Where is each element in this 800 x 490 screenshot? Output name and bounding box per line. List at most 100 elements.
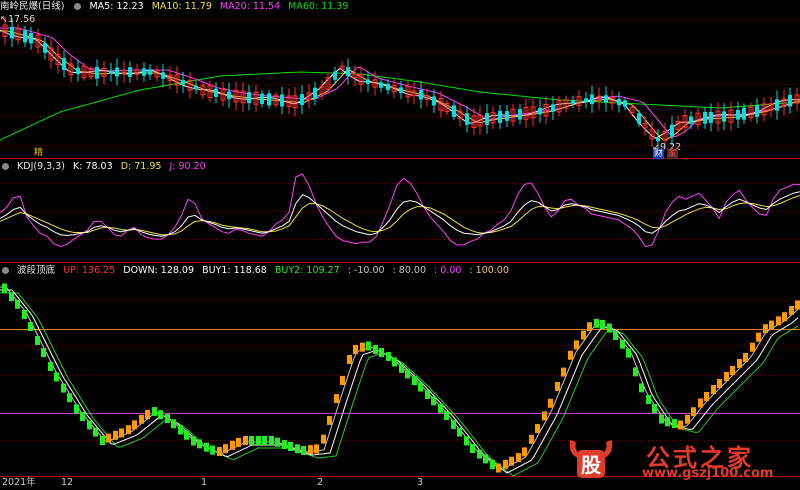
price-header: 南岭民爆(日线) MA5: 12.23 MA10: 11.79 MA20: 11… bbox=[0, 0, 353, 13]
wave-bar-30 bbox=[197, 439, 202, 449]
candle-body-65 bbox=[432, 96, 436, 106]
wave-bar-12 bbox=[80, 412, 85, 421]
wave-extra-2: : 80.00 bbox=[392, 265, 426, 276]
candle-body-63 bbox=[419, 89, 423, 100]
wave-title: 波段顶底 bbox=[17, 265, 56, 276]
wave-bar-94 bbox=[613, 331, 618, 340]
wave-bar-34 bbox=[223, 444, 228, 454]
wave-bar-44 bbox=[288, 442, 293, 451]
wave-bar-63 bbox=[412, 376, 417, 386]
wave-bar-36 bbox=[236, 437, 241, 447]
wave-bar-100 bbox=[652, 404, 657, 413]
candle-body-37 bbox=[247, 92, 251, 104]
wave-buy1-label: BUY1: 118.68 bbox=[202, 265, 267, 276]
wave-bar-61 bbox=[399, 363, 404, 373]
wave-bar-91 bbox=[594, 318, 599, 328]
wave-settings-dot-icon[interactable] bbox=[2, 267, 9, 274]
date-label-year: 2021年 bbox=[2, 477, 36, 488]
wave-bar-43 bbox=[282, 440, 287, 449]
candle-body-21 bbox=[142, 68, 146, 76]
kdj-header: KDJ(9,3,3) K: 78.03 D: 71.95 J: 90.20 bbox=[0, 160, 211, 173]
wave-bar-73 bbox=[477, 449, 482, 459]
settings-dot-icon[interactable] bbox=[74, 3, 82, 10]
wave-bar-60 bbox=[392, 357, 397, 367]
wave-bar-93 bbox=[607, 323, 612, 333]
candle-body-11 bbox=[76, 67, 80, 75]
wave-bar-110 bbox=[717, 379, 722, 388]
wave-bar-95 bbox=[620, 339, 625, 349]
jia-marker: 家 bbox=[667, 149, 679, 159]
wave-bar-52 bbox=[340, 376, 345, 385]
kdj-j-label: J: 90.20 bbox=[169, 161, 206, 172]
wave-bar-13 bbox=[87, 420, 92, 430]
candle-body-68 bbox=[452, 105, 456, 118]
candle-body-89 bbox=[590, 94, 594, 105]
candle-body-4 bbox=[29, 32, 33, 44]
high-price-value: 17.56 bbox=[7, 14, 36, 25]
wave-bar-1 bbox=[9, 292, 14, 302]
wave-bar-59 bbox=[386, 351, 391, 361]
wave-bar-117 bbox=[763, 324, 768, 334]
candle-body-86 bbox=[571, 100, 575, 104]
wave-bar-120 bbox=[782, 312, 787, 322]
candle-body-17 bbox=[115, 67, 119, 77]
wave-bar-70 bbox=[457, 427, 462, 437]
wave-up-label: UP: 136.25 bbox=[63, 265, 116, 276]
wave-bar-42 bbox=[275, 437, 280, 447]
wave-bar-113 bbox=[737, 359, 742, 368]
wave-bar-87 bbox=[568, 350, 573, 360]
wave-bar-118 bbox=[769, 320, 774, 330]
wave-bar-116 bbox=[756, 332, 761, 342]
wave-bar-4 bbox=[28, 322, 33, 331]
candle-body-78 bbox=[518, 109, 522, 120]
wave-bar-35 bbox=[230, 440, 235, 450]
ma20-label: MA20: 11.54 bbox=[219, 1, 281, 12]
wave-bar-5 bbox=[35, 336, 40, 345]
wave-bar-121 bbox=[789, 305, 794, 315]
candle-body-99 bbox=[656, 137, 660, 142]
wave-bar-37 bbox=[243, 436, 248, 445]
wave-bar-90 bbox=[587, 322, 592, 332]
wave-bar-74 bbox=[483, 454, 488, 464]
candle-body-93 bbox=[617, 98, 621, 106]
candle-body-40 bbox=[267, 93, 271, 106]
candle-body-111 bbox=[736, 109, 740, 120]
wave-bar-75 bbox=[490, 460, 495, 469]
candle-body-42 bbox=[280, 94, 284, 107]
candle-body-104 bbox=[689, 116, 693, 124]
candle-body-88 bbox=[584, 98, 588, 102]
wave-bar-58 bbox=[379, 348, 384, 357]
candle-body-112 bbox=[742, 107, 746, 120]
wave-bar-89 bbox=[581, 330, 586, 340]
wave-bar-79 bbox=[516, 453, 521, 463]
wave-bar-15 bbox=[100, 436, 105, 445]
wave-bar-96 bbox=[626, 348, 631, 358]
wave-bar-53 bbox=[347, 355, 352, 364]
wave-bar-25 bbox=[165, 414, 170, 423]
wave-bar-22 bbox=[145, 410, 150, 419]
high-price-label: ↖17.56 bbox=[0, 14, 35, 26]
wave-bar-103 bbox=[672, 419, 677, 428]
wave-bar-31 bbox=[204, 442, 209, 452]
date-label-3: 3 bbox=[417, 477, 424, 488]
candle-body-22 bbox=[148, 69, 152, 75]
candle-body-50 bbox=[333, 71, 337, 80]
wave-bar-62 bbox=[405, 369, 410, 379]
candle-body-58 bbox=[386, 83, 390, 91]
candle-body-24 bbox=[161, 72, 165, 79]
candle-body-32 bbox=[214, 88, 218, 97]
wave-bar-72 bbox=[470, 444, 475, 453]
wave-bar-56 bbox=[366, 341, 371, 351]
wave-extra-4: : 100.00 bbox=[469, 265, 509, 276]
kdj-settings-dot-icon[interactable] bbox=[2, 163, 9, 170]
cai-marker: 财 bbox=[653, 149, 665, 159]
wave-bar-41 bbox=[269, 436, 274, 445]
kdj-j-line bbox=[0, 173, 800, 248]
wave-bar-107 bbox=[698, 398, 703, 408]
wave-bar-40 bbox=[262, 436, 267, 445]
wave-bar-57 bbox=[373, 345, 378, 354]
wave-bar-54 bbox=[353, 345, 358, 354]
wave-bar-6 bbox=[41, 348, 46, 357]
ma10-label: MA10: 11.79 bbox=[151, 1, 212, 12]
kdj-d-line bbox=[0, 195, 800, 236]
